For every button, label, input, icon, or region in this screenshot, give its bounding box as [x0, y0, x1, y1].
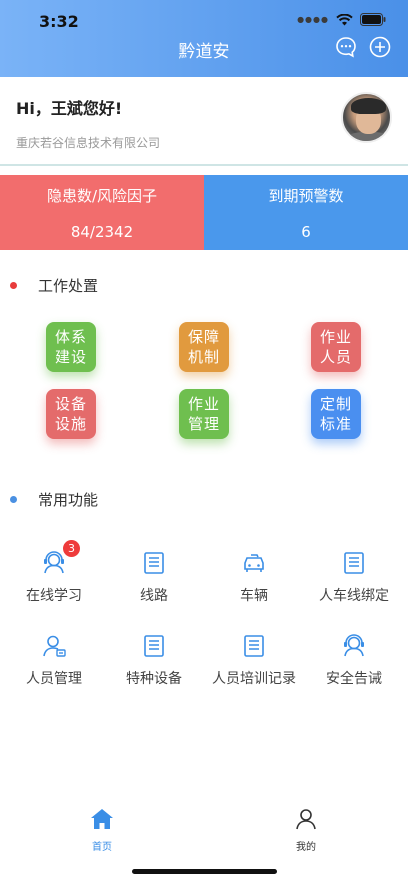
tile-line: 标准	[319, 415, 352, 433]
func-vehicle[interactable]: 车辆	[203, 550, 305, 605]
func-label: 线路	[140, 588, 168, 604]
func-label: 特种设备	[126, 671, 182, 687]
func-label: 车辆	[240, 588, 268, 604]
expiry-warning-stat-card[interactable]: 到期预警数 6	[204, 175, 408, 250]
hazard-stat-value: 84/2342	[70, 223, 134, 241]
document-icon	[244, 635, 264, 657]
func-online-learning[interactable]: 3 在线学习	[3, 540, 105, 605]
tab-home[interactable]: 首页	[62, 808, 142, 853]
status-icons: ●●●●	[297, 13, 386, 26]
tab-mine-label: 我的	[296, 842, 316, 853]
tile-line: 机制	[187, 348, 220, 366]
battery-icon	[360, 13, 386, 26]
car-icon	[244, 554, 264, 572]
tile-line: 保障	[187, 328, 220, 346]
func-person-vehicle-route-binding[interactable]: 人车线绑定	[303, 550, 405, 605]
document-icon	[344, 552, 364, 574]
person-card-icon	[43, 635, 66, 657]
profile-card: Hi，王斌您好! 重庆若谷信息技术有限公司	[0, 77, 408, 166]
home-icon	[91, 809, 113, 829]
work-section-title: 工作处置	[38, 277, 99, 295]
func-label: 人车线绑定	[319, 588, 389, 604]
person-headset-icon	[44, 551, 64, 574]
func-personnel-management[interactable]: 人员管理	[3, 633, 105, 688]
func-label: 安全告诫	[326, 671, 382, 687]
tile-system-construction[interactable]: 体系 建设	[46, 322, 96, 372]
add-icon[interactable]	[369, 36, 391, 58]
tile-custom-standards[interactable]: 定制 标准	[311, 389, 361, 439]
tile-line: 设备	[54, 395, 87, 413]
func-training-records[interactable]: 人员培训记录	[203, 633, 305, 688]
func-label: 人员培训记录	[212, 671, 296, 687]
common-functions-grid: 3 在线学习 线路 车辆 人车线绑定 人员管理 特种设备 人员培训记录 安全告诫	[0, 522, 408, 702]
func-safety-warning[interactable]: 安全告诫	[303, 633, 405, 688]
tile-line: 管理	[187, 415, 220, 433]
company-name: 重庆若谷信息技术有限公司	[16, 136, 161, 150]
avatar[interactable]	[341, 92, 392, 143]
notification-badge: 3	[63, 540, 80, 557]
tile-operation-management[interactable]: 作业 管理	[179, 389, 229, 439]
expiry-warning-value: 6	[301, 223, 311, 241]
tile-operators[interactable]: 作业 人员	[311, 322, 361, 372]
signal-icon: ●●●●	[297, 15, 329, 24]
func-special-equipment[interactable]: 特种设备	[103, 633, 205, 688]
tile-equipment-facilities[interactable]: 设备 设施	[46, 389, 96, 439]
tile-line: 定制	[319, 395, 352, 413]
chat-icon[interactable]	[335, 36, 357, 58]
tile-line: 建设	[54, 348, 87, 366]
common-section-dot	[10, 496, 17, 503]
tile-line: 人员	[319, 348, 352, 366]
expiry-warning-label: 到期预警数	[268, 187, 344, 205]
func-route[interactable]: 线路	[103, 550, 205, 605]
work-section-dot	[10, 282, 17, 289]
home-indicator	[132, 869, 277, 874]
tile-line: 作业	[319, 328, 352, 346]
tab-home-label: 首页	[92, 842, 112, 853]
common-section-title: 常用功能	[38, 491, 99, 509]
status-time: 3:32	[39, 12, 79, 31]
header: 3:32 ●●●● 黔道安	[0, 0, 408, 77]
person-headset-icon	[344, 634, 364, 657]
tile-line: 作业	[187, 395, 220, 413]
document-icon	[144, 635, 164, 657]
func-label: 人员管理	[26, 671, 82, 687]
tile-line: 设施	[54, 415, 87, 433]
func-label: 在线学习	[26, 588, 82, 604]
tab-mine[interactable]: 我的	[266, 808, 346, 853]
greeting-text: Hi，王斌您好!	[16, 99, 123, 118]
user-icon	[296, 809, 316, 830]
hazard-stat-card[interactable]: 隐患数/风险因子 84/2342	[0, 175, 204, 250]
document-icon	[144, 552, 164, 574]
tile-guarantee-mechanism[interactable]: 保障 机制	[179, 322, 229, 372]
tile-line: 体系	[54, 328, 87, 346]
hazard-stat-label: 隐患数/风险因子	[46, 187, 158, 205]
wifi-icon	[336, 13, 353, 25]
